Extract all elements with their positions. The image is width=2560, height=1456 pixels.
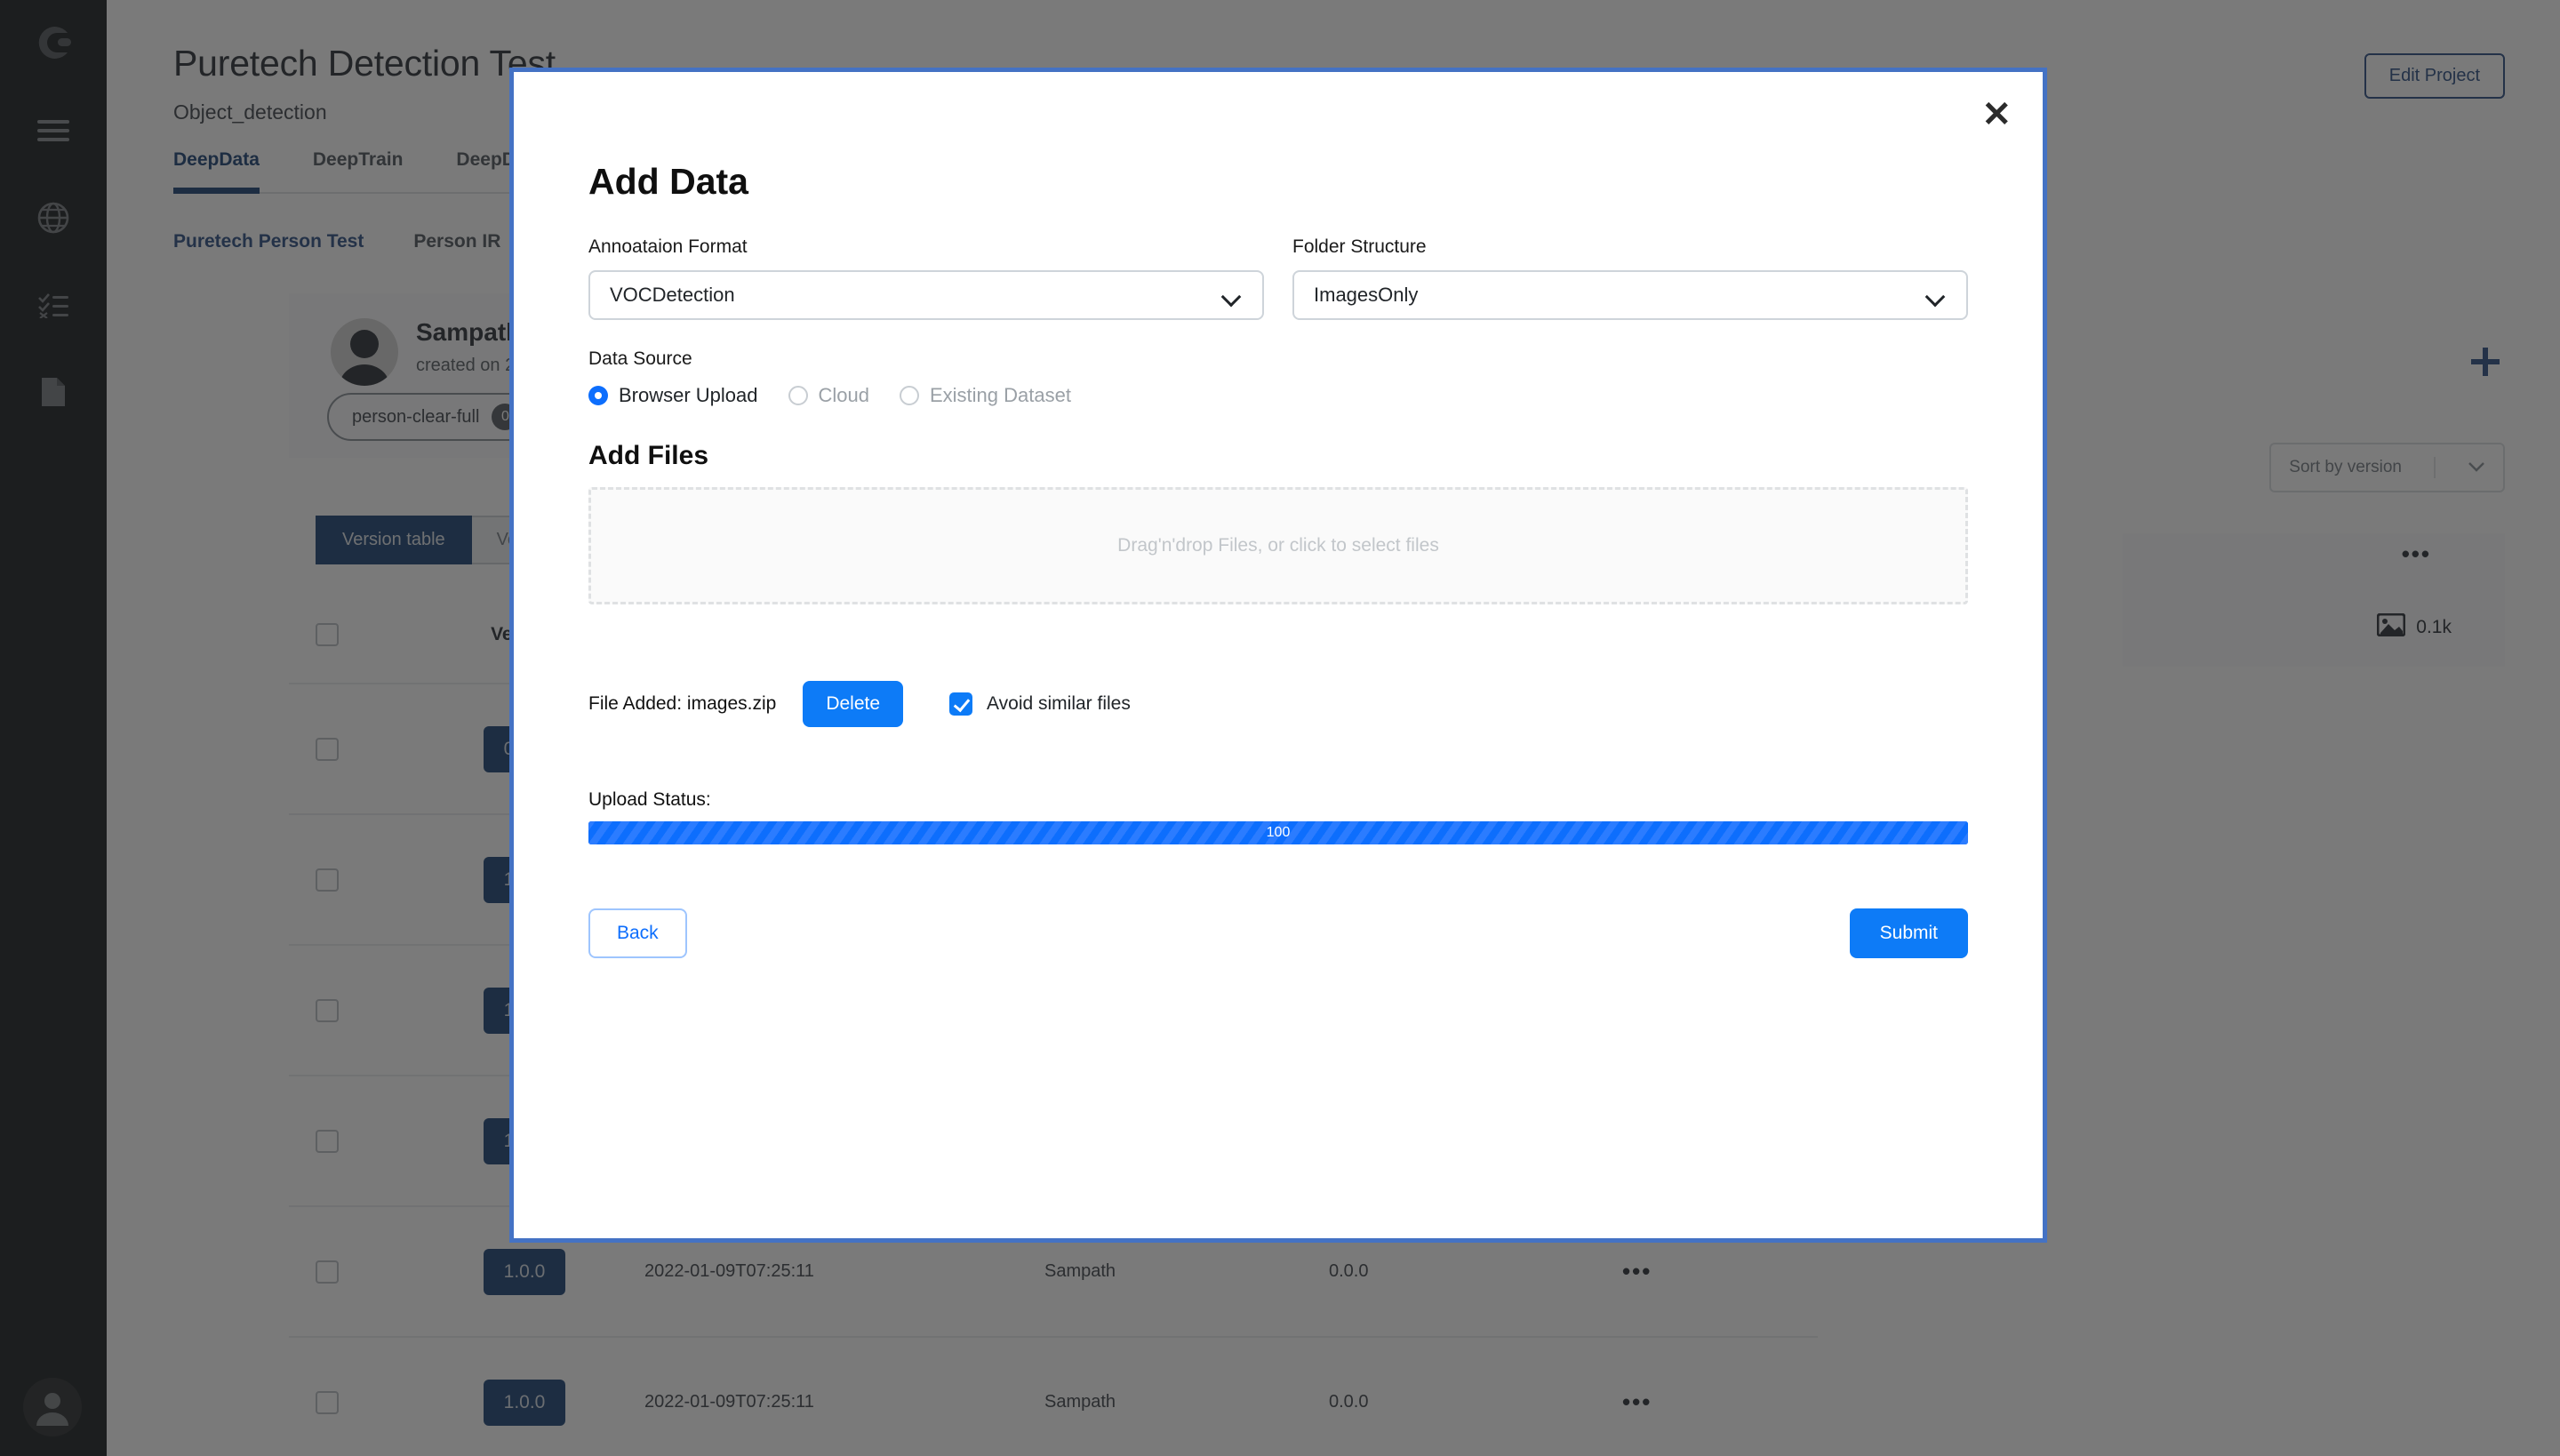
radio-dot-icon	[900, 386, 919, 405]
upload-progress-bar: 100	[588, 821, 1968, 844]
annotation-format-select[interactable]: VOCDetection	[588, 270, 1264, 320]
folder-structure-field: Folder Structure ImagesOnly	[1292, 236, 1968, 320]
upload-status-label: Upload Status:	[588, 789, 1968, 811]
upload-progress-fill: 100	[588, 821, 1968, 844]
avoid-similar-files-checkbox[interactable]: Avoid similar files	[949, 692, 1131, 716]
annotation-format-label: Annoataion Format	[588, 236, 1264, 258]
modal-title: Add Data	[588, 161, 1968, 203]
radio-dot-icon	[788, 386, 808, 405]
back-button[interactable]: Back	[588, 908, 687, 958]
radio-label: Cloud	[819, 384, 869, 407]
modal-body: Add Data Annoataion Format VOCDetection …	[588, 161, 1968, 958]
radio-existing-dataset[interactable]: Existing Dataset	[900, 384, 1071, 407]
folder-structure-select[interactable]: ImagesOnly	[1292, 270, 1968, 320]
chevron-down-icon	[1223, 290, 1243, 300]
checkbox-checked-icon	[949, 692, 972, 716]
radio-label: Existing Dataset	[930, 384, 1071, 407]
data-source-label: Data Source	[588, 348, 1968, 370]
screen: Puretech Detection Test Object_detection…	[0, 0, 2560, 1456]
add-files-heading: Add Files	[588, 441, 1968, 471]
file-added-prefix: File Added:	[588, 693, 682, 714]
data-source-radio-group: Browser Upload Cloud Existing Dataset	[588, 384, 1968, 407]
upload-progress-value: 100	[1267, 825, 1291, 841]
dropzone-text: Drag'n'drop Files, or click to select fi…	[1117, 535, 1439, 556]
file-added-label: File Added: images.zip	[588, 693, 776, 715]
folder-structure-label: Folder Structure	[1292, 236, 1968, 258]
radio-label: Browser Upload	[619, 384, 758, 407]
avoid-similar-label: Avoid similar files	[987, 693, 1131, 715]
add-data-modal: ✕ Add Data Annoataion Format VOCDetectio…	[509, 68, 2047, 1243]
radio-cloud[interactable]: Cloud	[788, 384, 869, 407]
radio-browser-upload[interactable]: Browser Upload	[588, 384, 758, 407]
annotation-format-field: Annoataion Format VOCDetection	[588, 236, 1264, 320]
file-added-row: File Added: images.zip Delete Avoid simi…	[588, 681, 1968, 727]
close-icon[interactable]: ✕	[1981, 97, 2012, 132]
chevron-down-icon	[1927, 290, 1947, 300]
format-fields-row: Annoataion Format VOCDetection Folder St…	[588, 236, 1968, 320]
submit-button[interactable]: Submit	[1850, 908, 1968, 958]
file-dropzone[interactable]: Drag'n'drop Files, or click to select fi…	[588, 487, 1968, 604]
annotation-format-value: VOCDetection	[610, 284, 735, 307]
modal-actions: Back Submit	[588, 908, 1968, 958]
radio-dot-icon	[588, 386, 608, 405]
folder-structure-value: ImagesOnly	[1314, 284, 1418, 307]
file-added-name: images.zip	[687, 693, 776, 714]
delete-file-button[interactable]: Delete	[803, 681, 903, 727]
